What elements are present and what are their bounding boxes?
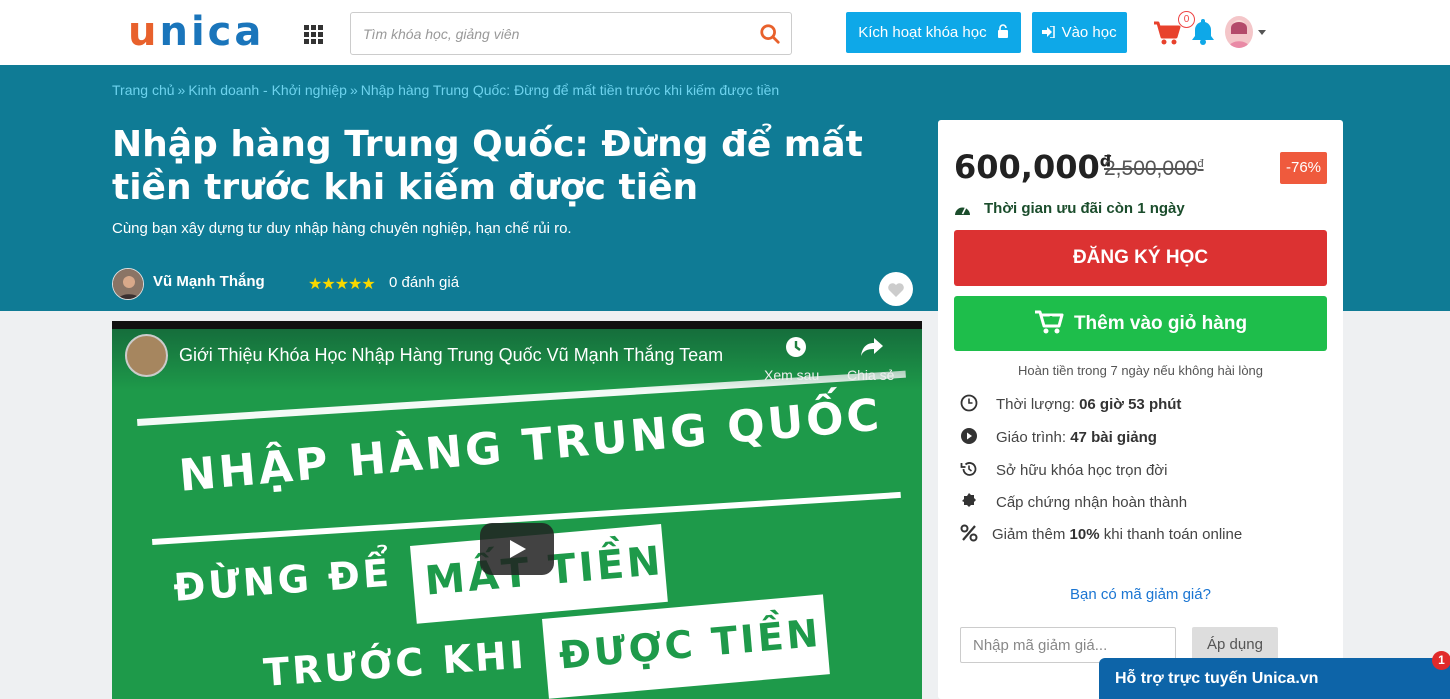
percent-icon — [960, 524, 978, 542]
breadcrumb: Trang chủ» Kinh doanh - Khởi nghiệp» Nhập … — [112, 82, 779, 98]
breadcrumb-current[interactable]: Nhập hàng Trung Quốc: Đừng để mất tiền t… — [361, 82, 779, 98]
top-header: unica Kích hoạt khóa học Vào học 0 — [0, 0, 1450, 65]
video-highlight-box-2: ĐƯỢC TIỀN — [542, 594, 830, 699]
video-highlight-text-2: ĐƯỢC TIỀN — [557, 610, 823, 678]
search-icon[interactable] — [759, 23, 781, 45]
feature-discount-post: khi thanh toán online — [1103, 526, 1243, 543]
sign-in-icon — [1042, 25, 1056, 39]
video-headline: NHẬP HÀNG TRUNG QUỐC — [177, 389, 884, 502]
course-subtitle: Cùng bạn xây dựng tư duy nhập hàng chuyê… — [112, 220, 572, 237]
feature-duration-value: 06 giờ 53 phút — [1079, 396, 1182, 413]
course-preview-video[interactable]: NHẬP HÀNG TRUNG QUỐC ĐỪNG ĐỂ MẤT TIỀN TR… — [112, 321, 922, 699]
register-button[interactable]: ĐĂNG KÝ HỌC — [954, 230, 1327, 286]
current-price: 600,000đ — [954, 148, 1111, 186]
rating-stars: ★★★★★ — [308, 276, 376, 293]
search-box — [350, 12, 792, 55]
search-input[interactable] — [363, 23, 743, 45]
activate-course-label: Kích hoạt khóa học — [858, 24, 987, 41]
breadcrumb-home[interactable]: Trang chủ — [112, 82, 175, 98]
breadcrumb-separator: » — [177, 82, 186, 98]
feature-lessons: Giáo trình: 47 bài giảng — [960, 428, 1157, 447]
clock-outline-icon — [960, 394, 978, 412]
live-support-widget[interactable]: Hỗ trợ trực tuyến Unica.vn — [1099, 658, 1450, 699]
share-icon[interactable] — [860, 337, 884, 357]
review-count[interactable]: 0 đánh giá — [389, 274, 459, 291]
author-avatar[interactable] — [112, 268, 144, 300]
support-unread-badge: 1 — [1432, 651, 1450, 670]
feature-discount-pre: Giảm thêm — [992, 526, 1066, 543]
feature-discount-value: 10% — [1069, 526, 1100, 543]
coupon-link[interactable]: Bạn có mã giảm giá? — [938, 586, 1343, 603]
unica-logo[interactable]: unica — [128, 10, 264, 54]
go-learn-button[interactable]: Vào học — [1032, 12, 1127, 53]
breadcrumb-category[interactable]: Kinh doanh - Khởi nghiệp — [188, 82, 347, 98]
old-price-currency: đ — [1197, 158, 1204, 170]
go-learn-label: Vào học — [1061, 24, 1117, 41]
feature-lessons-label: Giáo trình: — [996, 429, 1067, 446]
feature-lifetime-text: Sở hữu khóa học trọn đời — [996, 462, 1168, 479]
user-avatar[interactable] — [1225, 16, 1253, 48]
user-avatar-image — [1228, 20, 1250, 48]
original-price: 2,500,000đ — [1104, 157, 1204, 181]
add-to-cart-label: Thêm vào giỏ hàng — [1073, 313, 1248, 334]
offer-deadline: Thời gian ưu đãi còn 1 ngày — [984, 200, 1185, 217]
current-price-value: 600,000 — [954, 148, 1100, 186]
certificate-badge-icon — [962, 493, 976, 508]
history-icon — [960, 462, 977, 476]
refund-note: Hoàn tiền trong 7 ngày nếu không hài lòn… — [1017, 363, 1264, 378]
add-to-cart-button[interactable]: Thêm vào giỏ hàng — [954, 296, 1327, 351]
video-subline: ĐỪNG ĐỂ — [172, 550, 394, 610]
speedometer-icon — [955, 207, 970, 215]
unlock-icon — [997, 24, 1008, 38]
video-title[interactable]: Giới Thiệu Khóa Học Nhập Hàng Trung Quốc… — [179, 345, 723, 366]
wishlist-button[interactable] — [879, 272, 913, 306]
heart-icon — [888, 283, 904, 297]
shopping-cart-icon[interactable] — [1153, 20, 1181, 46]
feature-online-discount: Giảm thêm 10% khi thanh toán online — [960, 524, 1243, 544]
account-dropdown-caret-icon[interactable] — [1258, 30, 1266, 35]
original-price-value: 2,500,000 — [1104, 157, 1198, 180]
feature-duration-label: Thời lượng: — [996, 396, 1075, 413]
video-top-edge — [112, 321, 922, 329]
course-title: Nhập hàng Trung Quốc: Đừng để mất tiền t… — [112, 124, 863, 208]
play-circle-icon — [961, 428, 977, 445]
discount-badge: -76% — [1280, 152, 1327, 184]
play-button-icon[interactable] — [480, 523, 554, 575]
feature-lessons-value: 47 bài giảng — [1070, 429, 1157, 446]
feature-lifetime: Sở hữu khóa học trọn đời — [960, 462, 1167, 480]
categories-grid-icon[interactable] — [304, 25, 323, 44]
activate-course-button[interactable]: Kích hoạt khóa học — [846, 12, 1021, 53]
feature-certificate: Cấp chứng nhận hoàn thành — [960, 493, 1188, 512]
share-button[interactable]: Chia sẻ — [847, 367, 894, 383]
clock-icon[interactable] — [784, 335, 808, 359]
feature-certificate-text: Cấp chứng nhận hoàn thành — [996, 494, 1188, 511]
channel-avatar[interactable] — [125, 334, 168, 377]
video-subline-2: TRƯỚC KHI — [262, 632, 529, 695]
feature-duration: Thời lượng: 06 giờ 53 phút — [960, 394, 1182, 414]
breadcrumb-separator: » — [349, 82, 358, 98]
watch-later-button[interactable]: Xem sau — [764, 367, 819, 383]
author-name[interactable]: Vũ Mạnh Thắng — [153, 273, 265, 290]
purchase-card: 600,000đ 2,500,000đ -76% Thời gian ưu đã… — [938, 120, 1343, 699]
cart-plus-icon — [1034, 310, 1064, 334]
notification-bell-icon[interactable] — [1190, 17, 1216, 45]
